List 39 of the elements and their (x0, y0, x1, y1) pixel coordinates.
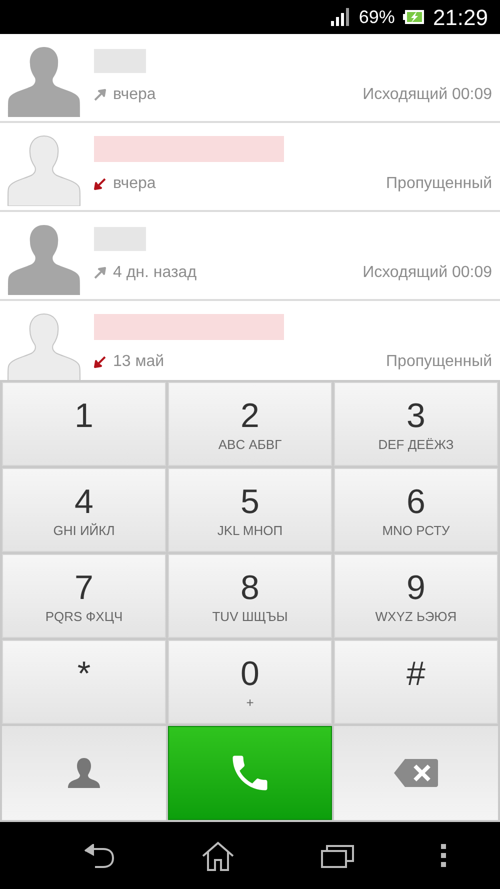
clock: 21:29 (432, 4, 488, 32)
backspace-button[interactable] (334, 726, 498, 820)
call-status: Пропущенный (386, 174, 492, 194)
dial-key[interactable]: 3 DEF ДЕЁЖЗ (334, 382, 498, 466)
dial-key[interactable]: 4 GHI ИЙКЛ (2, 468, 166, 552)
outgoing-arrow-icon (94, 267, 106, 279)
backspace-icon (393, 758, 439, 788)
battery-charging-icon (402, 9, 425, 25)
call-time: вчера (113, 174, 156, 194)
missed-arrow-icon (94, 356, 106, 368)
call-time: 4 дн. назад (113, 263, 197, 283)
dial-key[interactable]: 8 TUV ШЩЪЫ (168, 554, 332, 638)
dial-key[interactable]: 7 PQRS ФХЦЧ (2, 554, 166, 638)
missed-arrow-icon (94, 178, 106, 190)
recent-apps-icon[interactable] (321, 844, 355, 868)
dial-key[interactable]: 5 JKL МНОП (168, 468, 332, 552)
dial-key[interactable]: # (334, 640, 498, 724)
name-redaction-block (94, 49, 146, 73)
call-button[interactable] (168, 726, 332, 820)
contacts-button[interactable] (2, 726, 166, 820)
call-time: вчера (113, 85, 156, 105)
menu-icon[interactable] (441, 844, 447, 868)
name-redaction-block (94, 227, 146, 251)
dial-key[interactable]: * (2, 640, 166, 724)
home-icon[interactable] (201, 840, 235, 870)
battery-percent: 69% (358, 6, 395, 28)
dial-key[interactable]: 2 ABC АБВГ (168, 382, 332, 466)
call-time: 13 май (113, 352, 164, 372)
person-icon (67, 757, 101, 789)
dial-key[interactable]: 1 (2, 382, 166, 466)
dial-key[interactable]: 0 + (168, 640, 332, 724)
call-status: Исходящий 00:09 (362, 263, 492, 283)
back-icon[interactable] (83, 844, 115, 868)
call-status: Пропущенный (386, 352, 492, 372)
signal-icon (330, 8, 351, 26)
dial-key[interactable]: 9 WXYZ ЬЭЮЯ (334, 554, 498, 638)
outgoing-arrow-icon (94, 89, 106, 101)
call-status: Исходящий 00:09 (362, 85, 492, 105)
dial-key[interactable]: 6 MNO РСТУ (334, 468, 498, 552)
